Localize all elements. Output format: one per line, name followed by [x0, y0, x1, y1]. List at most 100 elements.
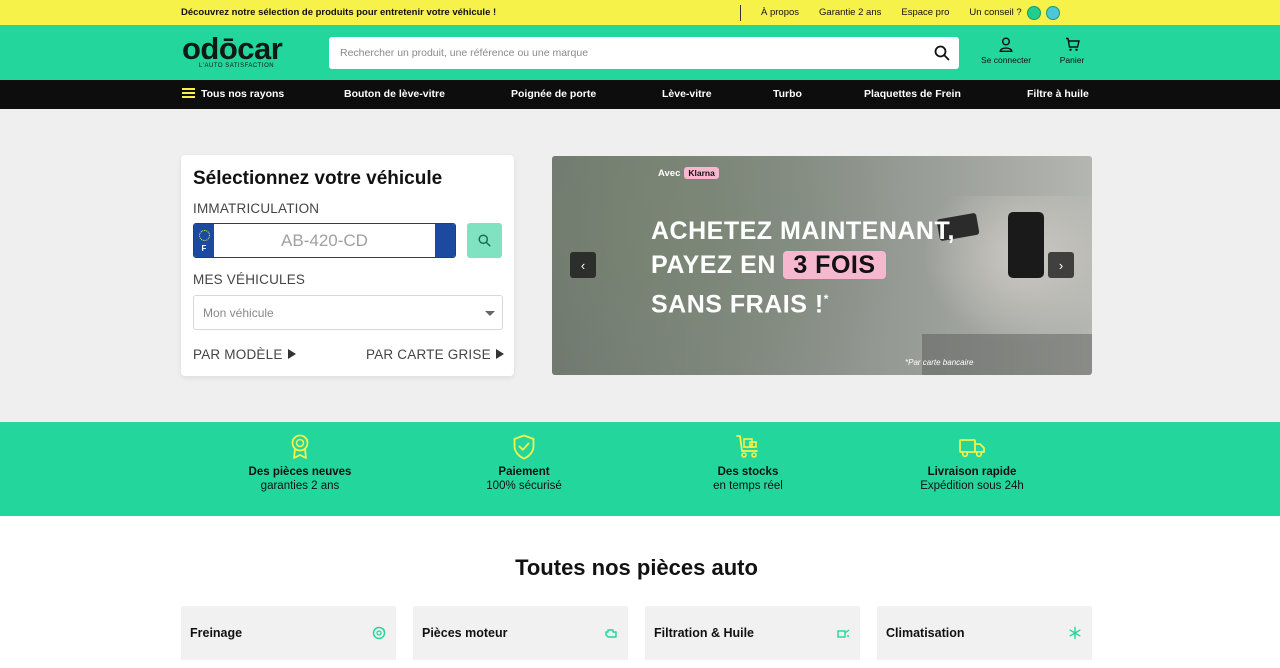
by-model-link[interactable]: PAR MODÈLE	[193, 347, 296, 362]
license-plate-input[interactable]	[214, 224, 435, 257]
nav-item-window-regulator[interactable]: Lève-vitre	[662, 80, 712, 109]
banner-headline: ACHETEZ MAINTENANT, PAYEZ EN 3 FOIS SANS…	[651, 214, 955, 321]
category-card-engine[interactable]: Pièces moteur	[413, 606, 628, 668]
by-registration-card-link[interactable]: PAR CARTE GRISE	[366, 347, 504, 362]
pro-space-link[interactable]: Espace pro	[901, 7, 949, 18]
category-card-divider	[181, 660, 396, 668]
nav-item-turbo[interactable]: Turbo	[773, 80, 802, 109]
section-title: Toutes nos pièces auto	[515, 555, 758, 580]
plate-country: F	[201, 244, 207, 253]
logo-wordmark: odōcar	[182, 31, 283, 66]
feature-fast-delivery: Livraison rapide Expédition sous 24h	[872, 434, 1072, 492]
login-button[interactable]: Se connecter	[974, 37, 1038, 65]
feature-subtitle: Expédition sous 24h	[920, 480, 1024, 492]
plate-right-band	[435, 224, 455, 257]
warranty-link[interactable]: Garantie 2 ans	[819, 7, 881, 18]
banner-line-2: PAYEZ EN 3 FOIS	[651, 248, 955, 282]
banner-highlight: 3 FOIS	[783, 251, 886, 279]
nav-item-door-handle[interactable]: Poignée de porte	[511, 80, 596, 109]
hero-section: Sélectionnez votre véhicule IMMATRICULAT…	[0, 109, 1280, 422]
advisor-avatar-icon-2	[1045, 5, 1060, 20]
eu-flag-band: F	[194, 224, 214, 257]
plate-label: IMMATRICULATION	[193, 201, 320, 216]
shield-check-icon	[513, 434, 535, 460]
feature-subtitle: garanties 2 ans	[260, 480, 340, 492]
banner-line-3: SANS FRAIS !*	[651, 282, 955, 321]
category-card-divider	[877, 660, 1092, 668]
banner-footnote: *Par carte bancaire	[905, 358, 974, 367]
trolley-icon	[736, 435, 758, 458]
license-plate-field: F	[193, 223, 456, 258]
award-ribbon-icon	[291, 434, 309, 459]
category-card-divider	[413, 660, 628, 668]
cart-button[interactable]: Panier	[1052, 37, 1092, 65]
carousel-prev-button[interactable]: ‹	[570, 252, 596, 278]
nav-item-oil-filter[interactable]: Filtre à huile	[1027, 80, 1089, 109]
feature-secure-payment: Paiement 100% sécurisé	[424, 434, 624, 492]
banner-line-3-text: SANS FRAIS !	[651, 290, 824, 319]
nav-item-brake-pads[interactable]: Plaquettes de Frein	[864, 80, 961, 109]
about-link[interactable]: À propos	[761, 7, 799, 18]
menu-icon	[182, 88, 195, 99]
nav-item-window-button[interactable]: Bouton de lève-vitre	[344, 80, 445, 109]
category-name: Filtration & Huile	[654, 626, 754, 640]
plate-search-button[interactable]	[467, 223, 502, 258]
cart-icon	[1065, 37, 1080, 51]
by-card-label: PAR CARTE GRISE	[366, 347, 491, 362]
engine-icon	[605, 629, 617, 638]
banner-table-image	[922, 334, 1092, 375]
category-card-filtration-oil[interactable]: Filtration & Huile	[645, 606, 860, 668]
banner-asterisk: *	[823, 292, 829, 306]
play-arrow-icon	[287, 349, 296, 360]
search-icon[interactable]	[925, 37, 959, 69]
advice-label: Un conseil ?	[969, 7, 1022, 18]
reassurance-strip: Des pièces neuves garanties 2 ans Paieme…	[0, 422, 1280, 516]
feature-subtitle: 100% sécurisé	[486, 480, 562, 492]
category-card-braking[interactable]: Freinage	[181, 606, 396, 668]
login-label: Se connecter	[980, 55, 1032, 65]
klarna-logo: Klarna	[684, 167, 719, 179]
category-name: Climatisation	[886, 626, 965, 640]
search-input[interactable]	[329, 37, 925, 69]
user-icon	[999, 37, 1013, 52]
promo-banner-carousel[interactable]: Avec Klarna ACHETEZ MAINTENANT, PAYEZ EN…	[552, 156, 1092, 375]
logo-tagline: L'AUTO SATISFACTION	[199, 63, 275, 69]
chevron-down-icon	[485, 311, 495, 316]
my-vehicle-select-value: Mon véhicule	[203, 305, 274, 320]
feature-title: Paiement	[498, 466, 550, 478]
snowflake-icon	[1069, 626, 1081, 640]
banner-phone-image	[1008, 212, 1044, 278]
category-name: Freinage	[190, 626, 243, 640]
vehicle-selector-title: Sélectionnez votre véhicule	[193, 168, 443, 189]
chevron-right-icon: ›	[1058, 257, 1064, 273]
delivery-truck-icon	[959, 439, 985, 458]
nav-all-label: Tous nos rayons	[201, 88, 285, 100]
by-model-label: PAR MODÈLE	[193, 347, 283, 362]
search-icon	[478, 234, 491, 247]
brake-disc-icon	[372, 626, 386, 640]
promo-text: Découvrez notre sélection de produits po…	[181, 7, 497, 18]
top-divider	[740, 4, 741, 21]
advice-link[interactable]: Un conseil ?	[969, 5, 1060, 20]
cart-label: Panier	[1059, 55, 1085, 65]
nav-all-categories[interactable]: Tous nos rayons	[182, 80, 284, 109]
play-arrow-icon	[495, 349, 504, 360]
chevron-left-icon: ‹	[580, 257, 586, 273]
category-name: Pièces moteur	[422, 626, 508, 640]
carousel-next-button[interactable]: ›	[1048, 252, 1074, 278]
odocar-logo[interactable]: odōcar L'AUTO SATISFACTION	[182, 31, 283, 69]
category-card-divider	[645, 660, 860, 668]
my-vehicle-select[interactable]: Mon véhicule	[193, 295, 503, 330]
feature-new-parts: Des pièces neuves garanties 2 ans	[200, 434, 400, 492]
feature-stock: Des stocks en temps réel	[648, 434, 848, 492]
main-nav: Tous nos rayons Bouton de lève-vitre Poi…	[0, 80, 1280, 109]
eu-stars-icon	[198, 230, 210, 241]
top-promo-bar: Découvrez notre sélection de produits po…	[0, 0, 1280, 25]
category-card-air-conditioning[interactable]: Climatisation	[877, 606, 1092, 668]
oil-can-icon	[837, 629, 850, 638]
my-vehicles-label: MES VÉHICULES	[193, 272, 306, 287]
banner-line-2a: PAYEZ EN	[651, 251, 776, 279]
advisor-avatar-icon	[1026, 5, 1041, 20]
search-bar	[329, 37, 959, 69]
banner-line-1: ACHETEZ MAINTENANT,	[651, 217, 955, 245]
